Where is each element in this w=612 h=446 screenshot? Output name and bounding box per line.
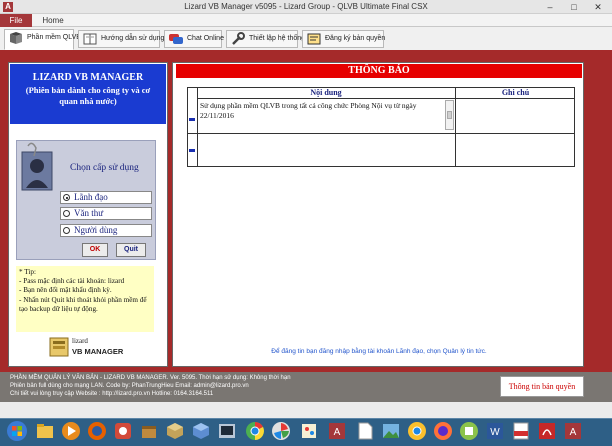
app-icon[interactable] xyxy=(112,420,134,442)
access-task-icon[interactable]: A xyxy=(562,420,584,442)
chrome-icon[interactable] xyxy=(244,420,266,442)
tab-dang-ky[interactable]: Đăng ký bản quyền xyxy=(302,30,386,48)
login-title: Chọn cấp sử dụng xyxy=(70,163,139,173)
cell-scrollbar[interactable] xyxy=(445,100,454,130)
role-van-thu[interactable]: Văn thư xyxy=(60,207,152,220)
file-tab[interactable]: File xyxy=(0,14,32,27)
tab-chat-online[interactable]: Chat Online xyxy=(164,30,224,48)
tab-label: Đăng ký bản quyền xyxy=(325,35,386,42)
book-icon xyxy=(83,33,97,45)
radio-checked-icon[interactable] xyxy=(63,194,70,201)
media-icon[interactable] xyxy=(60,420,82,442)
terminal-icon[interactable] xyxy=(216,420,238,442)
role-lanh-dao[interactable]: Lãnh đạo xyxy=(60,191,152,204)
tab-phan-mem-qlvb[interactable]: Phần mềm QLVB xyxy=(4,29,81,50)
column-header-note: Ghi chú xyxy=(456,88,575,99)
firefox-icon[interactable] xyxy=(86,420,108,442)
bottom-strip xyxy=(0,402,612,418)
pdf-reader-icon[interactable] xyxy=(536,420,558,442)
chrome-alt-icon[interactable] xyxy=(406,420,428,442)
notice-header: THÔNG BÁO xyxy=(176,64,582,78)
restore-icon[interactable]: □ xyxy=(562,0,586,14)
license-icon xyxy=(307,33,321,45)
svg-text:W: W xyxy=(490,427,500,438)
license-info-button[interactable]: Thông tin bản quyền xyxy=(500,376,584,397)
network-icon[interactable] xyxy=(458,420,480,442)
file-icon[interactable] xyxy=(354,420,376,442)
svg-text:A: A xyxy=(334,427,341,438)
scroll-thumb[interactable] xyxy=(447,111,452,119)
wrench-icon xyxy=(232,32,245,45)
role-label: Lãnh đạo xyxy=(74,192,108,202)
chat-icon xyxy=(169,34,183,44)
product-subtitle: (Phiên bản dành cho công ty và cơ quan n… xyxy=(25,85,151,106)
firefox-alt-icon[interactable] xyxy=(432,420,454,442)
tab-label: Chat Online xyxy=(187,35,224,42)
tab-label: Hướng dẫn sử dụng xyxy=(101,35,165,42)
role-label: Người dùng xyxy=(74,225,118,235)
table-cell-content[interactable]: Sử dụng phần mềm QLVB trong tất cả công … xyxy=(200,101,442,121)
table-cell-note[interactable] xyxy=(458,101,572,131)
table-cell-note[interactable] xyxy=(458,136,572,164)
tab-label: Thiết lập hệ thống xyxy=(249,35,306,42)
product-title: LIZARD VB MANAGER xyxy=(32,72,144,83)
image-icon[interactable] xyxy=(380,420,402,442)
status-line: Phiên bản full dùng cho mạng LAN. Code b… xyxy=(10,383,249,389)
tip-line: - Nhấn nút Quit khi thoát khỏi phần mềm … xyxy=(19,295,147,313)
pdf-icon[interactable] xyxy=(510,420,532,442)
role-label: Văn thư xyxy=(74,208,104,218)
table-cell-content[interactable] xyxy=(200,136,450,164)
home-tab[interactable]: Home xyxy=(38,14,68,27)
posting-hint: Để đăng tin bạn đăng nhập bằng tài khoản… xyxy=(271,348,487,355)
radio-icon[interactable] xyxy=(63,227,70,234)
tip-line: - Bạn nên đổi mật khẩu định kỳ. xyxy=(19,286,112,295)
logo-text-lizard: lizard xyxy=(72,337,88,345)
status-line: Chi tiết vui lòng truy cập Website : htt… xyxy=(10,391,214,397)
pinwheel-icon[interactable] xyxy=(270,420,292,442)
ribbon-bar xyxy=(0,14,612,27)
close-icon[interactable]: ✕ xyxy=(586,0,610,14)
window-title: Lizard VB Manager v5095 - Lizard Group -… xyxy=(184,2,428,11)
paint-icon[interactable] xyxy=(298,420,320,442)
row-selector-icon[interactable] xyxy=(189,118,195,121)
tip-line: * Tip: xyxy=(19,268,36,276)
tab-label: Phần mềm QLVB xyxy=(27,34,81,41)
cube-icon[interactable] xyxy=(164,420,186,442)
row-selector-icon[interactable] xyxy=(189,149,195,152)
svg-text:A: A xyxy=(570,427,577,438)
tip-box: * Tip: - Pass mặc định các tài khoản: li… xyxy=(16,266,154,332)
access-icon[interactable]: A xyxy=(326,420,348,442)
explorer-icon[interactable] xyxy=(34,420,56,442)
tab-thiet-lap[interactable]: Thiết lập hệ thống xyxy=(226,30,305,48)
logo-text-vbmanager: VB MANAGER xyxy=(72,347,124,356)
status-line: PHẦN MỀM QUẢN LÝ VĂN BẢN - LIZARD VB MAN… xyxy=(10,375,291,381)
ok-button[interactable]: OK xyxy=(82,243,108,257)
toolbox-icon xyxy=(10,32,22,44)
minimize-icon[interactable]: – xyxy=(538,0,562,14)
box-icon[interactable] xyxy=(138,420,160,442)
start-icon[interactable] xyxy=(6,420,28,442)
grid-divider xyxy=(187,133,575,134)
virtualbox-icon[interactable] xyxy=(190,420,212,442)
column-header-content: Nội dung xyxy=(197,88,455,99)
quit-button[interactable]: Quit xyxy=(116,243,146,257)
word-icon[interactable]: W xyxy=(484,420,506,442)
user-avatar-icon xyxy=(21,142,53,191)
grid-divider xyxy=(455,87,456,167)
role-nguoi-dung[interactable]: Người dùng xyxy=(60,224,152,237)
product-header: LIZARD VB MANAGER (Phiên bản dành cho cô… xyxy=(10,64,166,124)
radio-icon[interactable] xyxy=(63,210,70,217)
tab-huong-dan[interactable]: Hướng dẫn sử dụng xyxy=(78,30,164,48)
grid-divider xyxy=(197,87,198,167)
